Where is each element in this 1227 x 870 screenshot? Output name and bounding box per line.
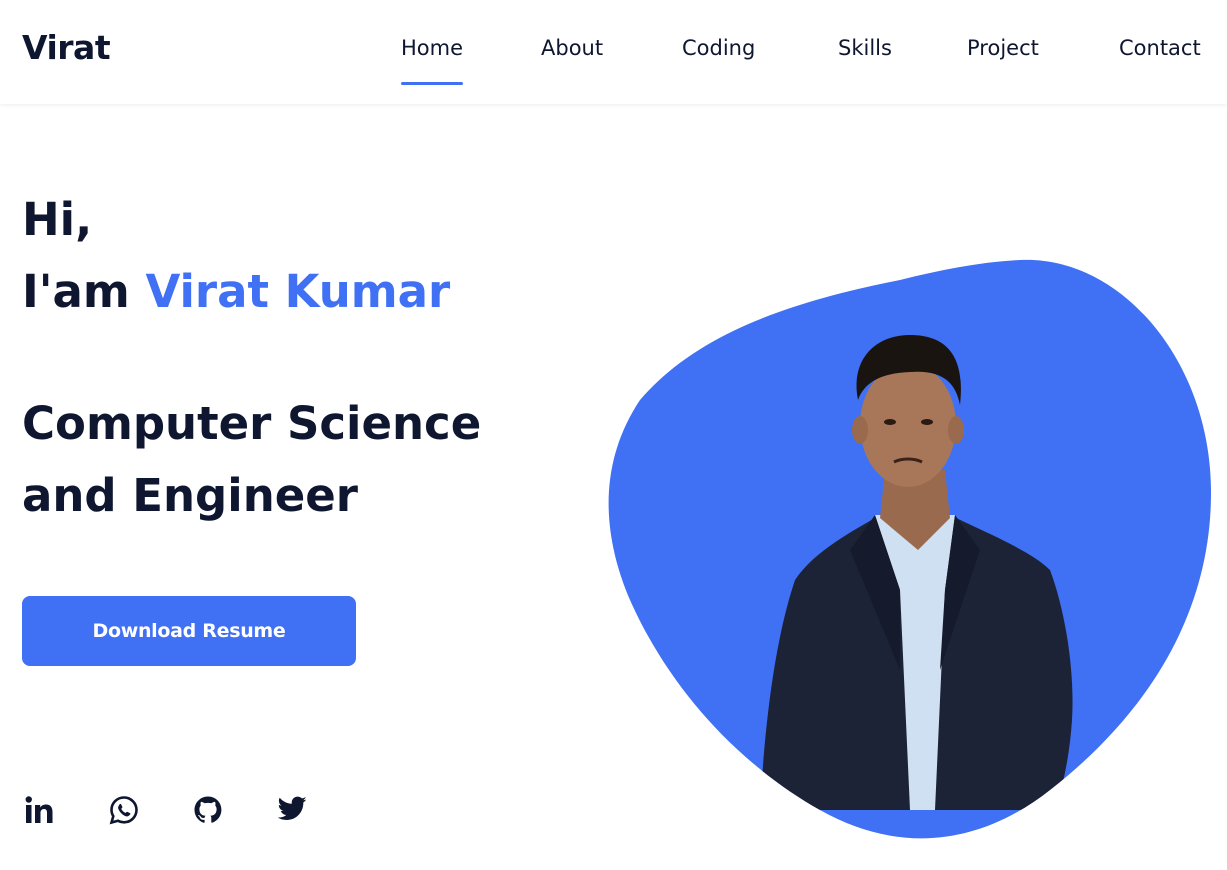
- download-resume-button[interactable]: Download Resume: [22, 596, 356, 666]
- profile-photo: [600, 250, 1227, 860]
- active-nav-indicator: [401, 82, 464, 85]
- github-icon[interactable]: [190, 792, 226, 828]
- site-header: Virat Home About Coding Skills Project C…: [0, 0, 1227, 104]
- linkedin-icon[interactable]: [22, 792, 58, 828]
- hero-name: Virat Kumar: [145, 265, 451, 318]
- hero-role-line1: Computer Science: [22, 397, 482, 450]
- hero-intro: I'am Virat Kumar: [22, 265, 450, 318]
- hero-intro-prefix: I'am: [22, 265, 130, 318]
- nav-item-label: About: [541, 36, 604, 60]
- nav-item-skills[interactable]: Skills: [838, 36, 892, 60]
- hero-role-line2: and Engineer: [22, 469, 358, 522]
- nav-item-home[interactable]: Home: [401, 36, 464, 85]
- main-nav: Home About Coding Skills Project Contact: [0, 36, 1227, 86]
- nav-item-about[interactable]: About: [541, 36, 603, 60]
- whatsapp-icon[interactable]: [106, 792, 142, 828]
- nav-item-label: Skills: [838, 36, 892, 60]
- nav-item-label: Project: [967, 36, 1039, 60]
- nav-item-label: Home: [401, 36, 464, 60]
- nav-item-coding[interactable]: Coding: [682, 36, 755, 60]
- nav-item-label: Contact: [1119, 36, 1201, 60]
- nav-item-label: Coding: [682, 36, 756, 60]
- twitter-icon[interactable]: [274, 792, 310, 828]
- nav-item-project[interactable]: Project: [967, 36, 1039, 60]
- nav-item-contact[interactable]: Contact: [1119, 36, 1201, 60]
- hero-greeting: Hi,: [22, 193, 93, 246]
